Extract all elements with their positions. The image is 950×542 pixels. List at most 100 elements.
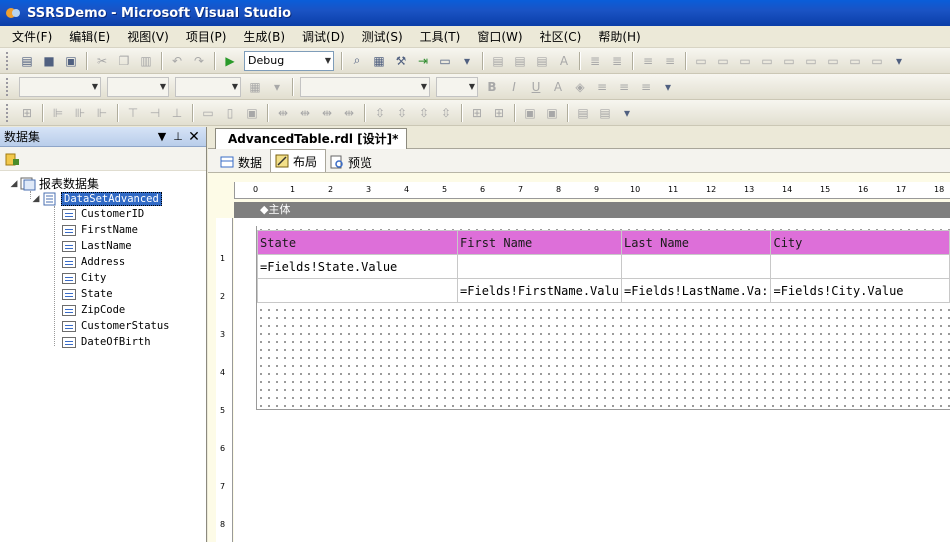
export-icon[interactable]: ⇥: [414, 52, 432, 70]
v-spacing-icon[interactable]: ⇳: [371, 104, 389, 122]
font-size-icon[interactable]: A: [555, 52, 573, 70]
toolbar-grip[interactable]: [6, 77, 12, 96]
tab-layout[interactable]: 布局: [270, 149, 327, 172]
start-debug-icon[interactable]: ▶: [221, 52, 239, 70]
toolbar-options-icon[interactable]: ▾: [268, 78, 286, 96]
toolbar-grip[interactable]: [6, 103, 12, 122]
outdent-icon[interactable]: ≣: [608, 52, 626, 70]
align-lefts-icon[interactable]: ⊫: [49, 104, 67, 122]
tools-icon[interactable]: ⚒: [392, 52, 410, 70]
textbox-icon[interactable]: ▭: [692, 52, 710, 70]
border-icon[interactable]: ▦: [246, 78, 264, 96]
callout-icon[interactable]: ▭: [824, 52, 842, 70]
center-horizontally-icon[interactable]: ⊞: [468, 104, 486, 122]
menu-tools[interactable]: 工具(T): [412, 26, 470, 48]
callout-icon[interactable]: ▭: [846, 52, 864, 70]
align-center-icon[interactable]: ≡: [615, 78, 633, 96]
header-cell-first-name[interactable]: First Name: [457, 230, 622, 255]
center-vertically-icon[interactable]: ⊞: [490, 104, 508, 122]
toolbar-options-icon[interactable]: ▾: [890, 52, 908, 70]
comment-icon[interactable]: ≡: [639, 52, 657, 70]
cut-icon[interactable]: ✂: [93, 52, 111, 70]
table-cell[interactable]: =Fields!City.Value: [770, 278, 950, 303]
size-select[interactable]: ▼: [175, 76, 241, 97]
send-back-icon[interactable]: ▣: [543, 104, 561, 122]
field-item[interactable]: State: [62, 288, 113, 300]
tab-data[interactable]: 数据: [216, 152, 270, 172]
table-cell[interactable]: [457, 254, 622, 279]
report-icon[interactable]: ▤: [511, 52, 529, 70]
h-spacing-icon[interactable]: ⇹: [274, 104, 292, 122]
font-color-icon[interactable]: A: [549, 78, 567, 96]
field-item[interactable]: Address: [62, 256, 125, 268]
tab-order-icon[interactable]: ▤: [574, 104, 592, 122]
callout-icon[interactable]: ▭: [758, 52, 776, 70]
uncomment-icon[interactable]: ≡: [661, 52, 679, 70]
tab-preview[interactable]: 预览: [326, 152, 380, 172]
table-cell[interactable]: [256, 278, 459, 303]
field-item[interactable]: DateOfBirth: [62, 336, 151, 348]
field-item[interactable]: City: [62, 272, 106, 284]
window-icon[interactable]: ▭: [436, 52, 454, 70]
table-cell[interactable]: [620, 254, 772, 279]
dropdown-icon[interactable]: ▼: [154, 130, 170, 143]
paste-icon[interactable]: ▥: [137, 52, 155, 70]
bold-icon[interactable]: B: [483, 78, 501, 96]
h-spacing-icon[interactable]: ⇹: [340, 104, 358, 122]
toolbar-options-icon[interactable]: ▾: [458, 52, 476, 70]
table-group-row[interactable]: =Fields!State.Value: [256, 254, 950, 279]
field-item[interactable]: ZipCode: [62, 304, 125, 316]
menu-project[interactable]: 项目(P): [178, 26, 236, 48]
italic-icon[interactable]: I: [505, 78, 523, 96]
font-family-select[interactable]: ▼: [300, 76, 430, 97]
solution-config-select[interactable]: Debug ▼: [244, 50, 334, 71]
same-size-icon[interactable]: ▣: [243, 104, 261, 122]
report-icon[interactable]: ▤: [533, 52, 551, 70]
toolbar-options-icon[interactable]: ▾: [618, 104, 636, 122]
header-cell-last-name[interactable]: Last Name: [620, 230, 772, 255]
callout-icon[interactable]: ▭: [868, 52, 886, 70]
font-size-select[interactable]: ▼: [436, 76, 478, 97]
callout-icon[interactable]: ▭: [736, 52, 754, 70]
field-item[interactable]: FirstName: [62, 224, 138, 236]
align-rights-icon[interactable]: ⊩: [93, 104, 111, 122]
same-height-icon[interactable]: ▯: [221, 104, 239, 122]
pin-icon[interactable]: ⊥: [170, 130, 186, 143]
menu-edit[interactable]: 编辑(E): [61, 26, 119, 48]
menu-file[interactable]: 文件(F): [4, 26, 61, 48]
undo-icon[interactable]: ↶: [168, 52, 186, 70]
properties-icon[interactable]: ▦: [370, 52, 388, 70]
same-width-icon[interactable]: ▭: [199, 104, 217, 122]
field-item[interactable]: CustomerStatus: [62, 320, 170, 332]
menu-view[interactable]: 视图(V): [119, 26, 178, 48]
menu-test[interactable]: 测试(S): [354, 26, 412, 48]
fill-color-icon[interactable]: ◈: [571, 78, 589, 96]
table-cell[interactable]: =Fields!State.Value: [256, 254, 459, 279]
menu-window[interactable]: 窗口(W): [469, 26, 531, 48]
menu-debug[interactable]: 调试(D): [294, 26, 354, 48]
report-body-header[interactable]: ◆主体: [234, 202, 950, 218]
toolbar-options-icon[interactable]: ▾: [659, 78, 677, 96]
copy-icon[interactable]: ❐: [115, 52, 133, 70]
h-spacing-icon[interactable]: ⇹: [296, 104, 314, 122]
align-middles-icon[interactable]: ⊣: [146, 104, 164, 122]
document-tab[interactable]: AdvancedTable.rdl [设计]*: [215, 128, 408, 149]
underline-icon[interactable]: U: [527, 78, 545, 96]
table-header-row[interactable]: State First Name Last Name City: [256, 230, 950, 255]
callout-icon[interactable]: ▭: [780, 52, 798, 70]
redo-icon[interactable]: ↷: [190, 52, 208, 70]
tree-node-dataset[interactable]: ◢ DataSetAdvanced: [30, 192, 162, 206]
callout-icon[interactable]: ▭: [714, 52, 732, 70]
align-bottoms-icon[interactable]: ⊥: [168, 104, 186, 122]
collapse-icon[interactable]: ◢: [8, 179, 20, 189]
tree-node-report-datasets[interactable]: ◢ 报表数据集: [8, 175, 99, 192]
save-all-icon[interactable]: ▣: [62, 52, 80, 70]
callout-icon[interactable]: ▭: [802, 52, 820, 70]
header-cell-city[interactable]: City: [770, 230, 950, 255]
v-spacing-icon[interactable]: ⇳: [437, 104, 455, 122]
field-item[interactable]: CustomerID: [62, 208, 144, 220]
bring-front-icon[interactable]: ▣: [521, 104, 539, 122]
close-icon[interactable]: ✕: [186, 129, 202, 145]
report-icon[interactable]: ▤: [489, 52, 507, 70]
add-dataset-icon[interactable]: [4, 151, 20, 167]
